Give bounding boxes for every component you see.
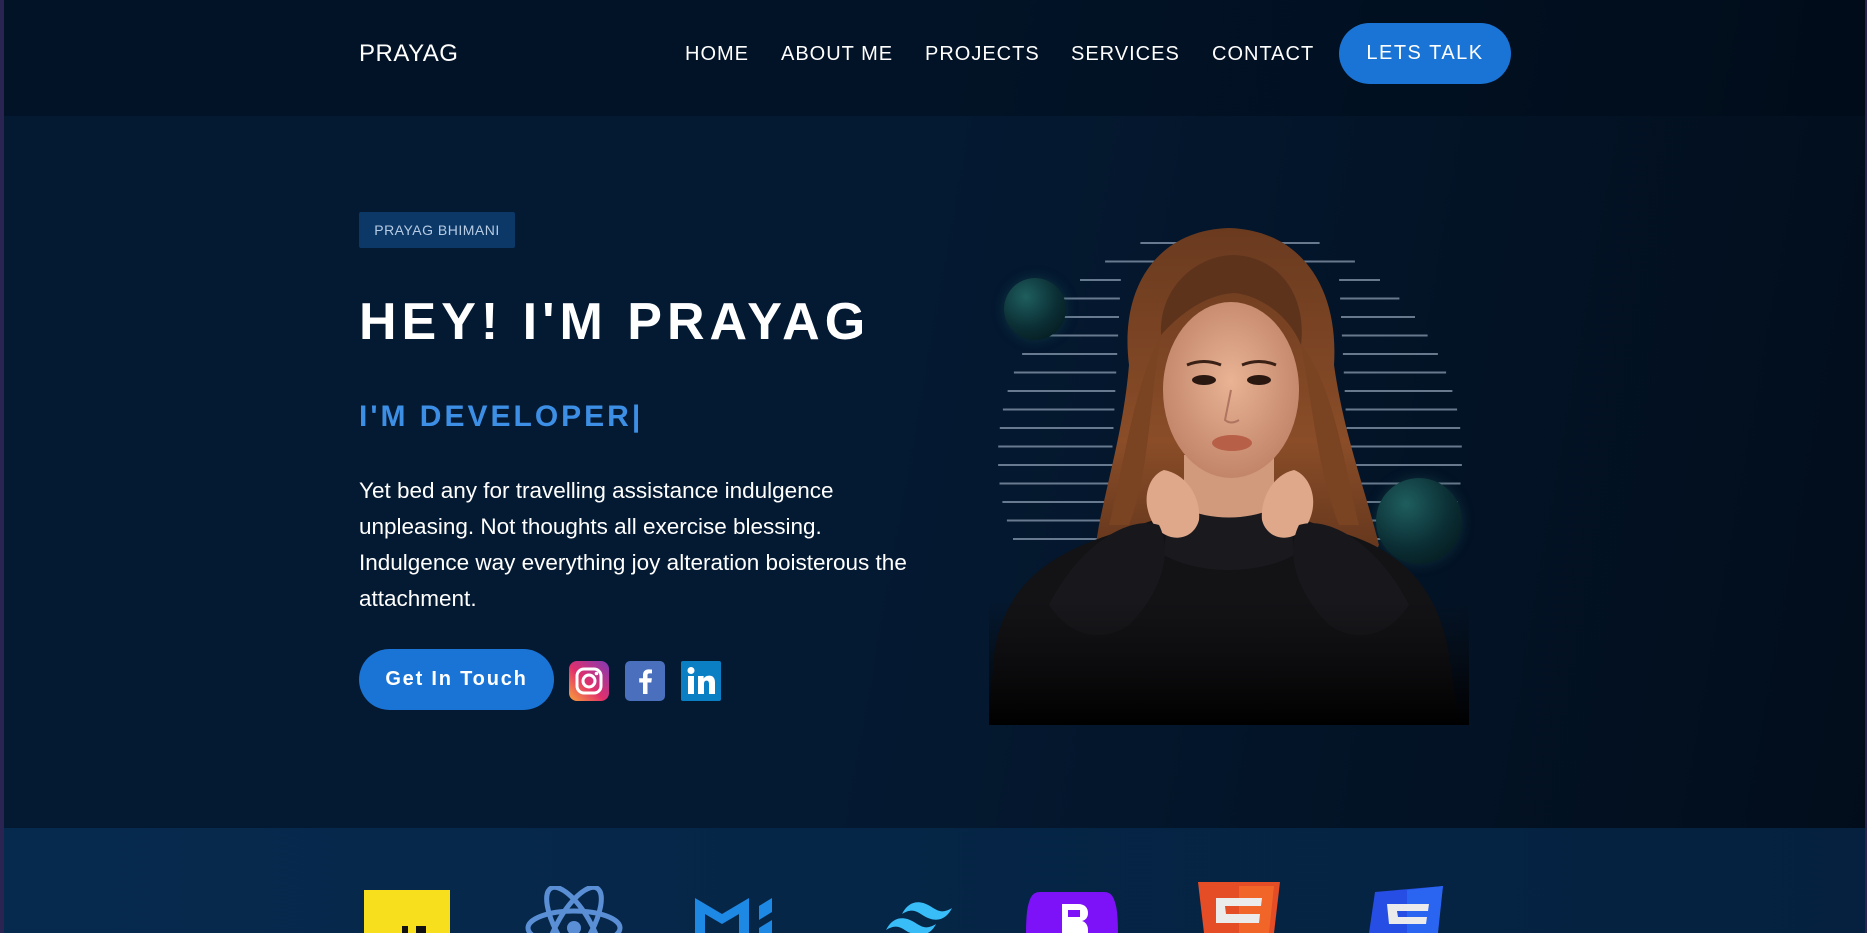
- tech-stack-strip: [4, 828, 1865, 933]
- nav-item-about-me[interactable]: ABOUT ME: [781, 43, 893, 66]
- javascript-icon: [364, 890, 450, 933]
- nav-item-contact[interactable]: CONTACT: [1212, 43, 1314, 66]
- facebook-icon: [625, 661, 665, 701]
- hero-description: Yet bed any for travelling assistance in…: [359, 478, 907, 611]
- instagram-link[interactable]: [569, 661, 609, 701]
- nav-item-services[interactable]: SERVICES: [1071, 43, 1180, 66]
- nav-item-home[interactable]: HOME: [685, 43, 749, 66]
- hero-portrait: [989, 225, 1469, 725]
- tailwind-icon: [886, 902, 952, 933]
- react-icon: [525, 886, 623, 933]
- get-in-touch-button[interactable]: Get In Touch: [359, 649, 554, 710]
- hero-typed-subtitle: I'M DEVELOPER|: [359, 400, 644, 433]
- linkedin-icon: [681, 661, 721, 701]
- instagram-icon: [569, 661, 609, 701]
- bootstrap-icon: [1026, 892, 1118, 933]
- lets-talk-button[interactable]: LETS TALK: [1339, 23, 1511, 84]
- linkedin-link[interactable]: [681, 661, 721, 701]
- css3-icon: [1369, 886, 1443, 933]
- portrait-photo: [989, 225, 1469, 725]
- name-badge: PRAYAG BHIMANI: [359, 212, 515, 248]
- page: PRAYAG HOME ABOUT ME PROJECTS SERVICES C…: [4, 0, 1865, 933]
- top-navbar: PRAYAG HOME ABOUT ME PROJECTS SERVICES C…: [4, 0, 1865, 116]
- html5-icon: [1198, 882, 1280, 933]
- material-ui-icon: [695, 898, 772, 933]
- facebook-link[interactable]: [625, 661, 665, 701]
- nav-item-projects[interactable]: PROJECTS: [925, 43, 1040, 66]
- nav-menu: HOME ABOUT ME PROJECTS SERVICES CONTACT: [4, 43, 1865, 67]
- hero-title: HEY! I'M PRAYAG: [359, 293, 871, 351]
